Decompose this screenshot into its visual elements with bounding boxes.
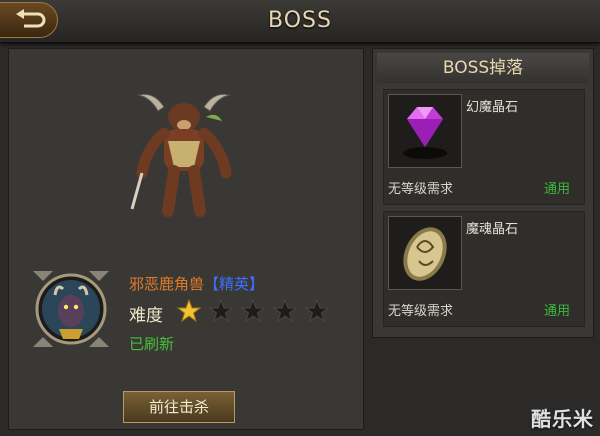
drop-item[interactable]: 魔魂晶石 无等级需求 通用 [383, 211, 585, 327]
drop-panel: BOSS掉落 幻魔晶石 无等级需求 通用 魔魂晶石 无等级需求 通用 [372, 48, 594, 338]
boss-portrait [33, 271, 109, 347]
item-slot[interactable] [388, 216, 462, 290]
top-bar: BOSS [0, 0, 600, 43]
drop-item[interactable]: 幻魔晶石 无等级需求 通用 [383, 89, 585, 205]
status-refreshed: 已刷新 [129, 335, 175, 353]
item-name: 魔魂晶石 [466, 222, 519, 237]
item-slot[interactable] [388, 94, 462, 168]
item-requirement: 无等级需求 [388, 304, 454, 319]
boss-panel: 邪恶鹿角兽【精英】 难度 已刷新 前往击杀 [8, 48, 364, 430]
boss-model[interactable] [124, 89, 244, 219]
item-name: 幻魔晶石 [466, 100, 519, 115]
oval-rune-stone-icon [403, 227, 447, 281]
boss-name: 邪恶鹿角兽 [129, 275, 205, 293]
watermark-logo: 酷乐米 [531, 407, 594, 431]
item-requirement: 无等级需求 [388, 182, 454, 197]
star-empty-icon [272, 299, 298, 323]
item-usage: 通用 [543, 304, 570, 319]
go-kill-button[interactable]: 前往击杀 [123, 391, 235, 423]
difficulty-label: 难度 [129, 306, 163, 326]
boss-name-line: 邪恶鹿角兽【精英】 [129, 273, 264, 294]
star-empty-icon [240, 299, 266, 323]
drop-title: BOSS掉落 [377, 53, 589, 83]
boss-rank: 【精英】 [204, 275, 265, 293]
star-empty-icon [304, 299, 330, 323]
purple-gem-icon [403, 107, 447, 159]
star-empty-icon [208, 299, 234, 323]
page-title: BOSS [268, 8, 332, 33]
item-usage: 通用 [543, 182, 570, 197]
star-filled-icon [176, 299, 202, 323]
difficulty-stars [173, 299, 333, 323]
